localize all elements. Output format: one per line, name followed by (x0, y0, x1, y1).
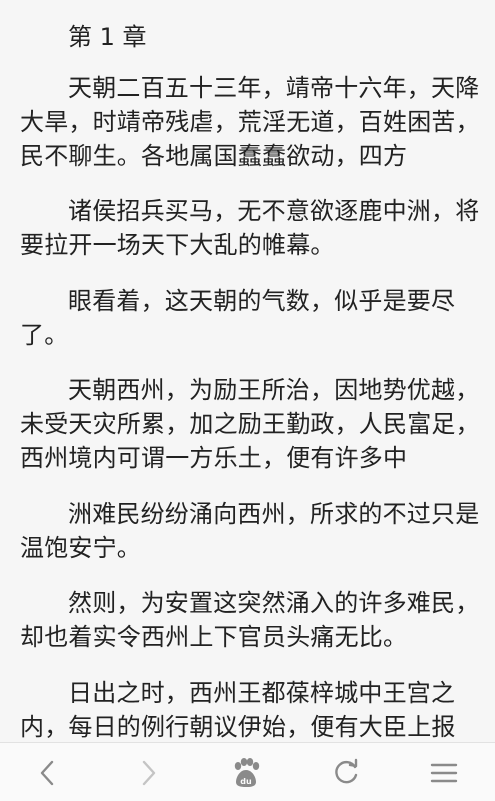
baidu-paw-icon: du (234, 758, 260, 787)
paragraph: 天朝西州，为励王所治，因地势优越，未受天灾所累，加之励王勤政，人民富足，西州境内… (20, 376, 480, 472)
bottom-navbar: du (0, 742, 495, 801)
menu-button[interactable] (414, 751, 474, 795)
back-button[interactable] (18, 751, 78, 795)
paragraph: 日出之时，西州王都葆梓城中王宫之内，每日的例行朝议伊始，便有大臣上报 (20, 679, 456, 741)
paragraph: 洲难民纷纷涌向西州，所求的不过只是温饱安宁。 (20, 500, 480, 562)
forward-button[interactable] (118, 751, 178, 795)
chevron-right-icon (142, 760, 156, 786)
svg-text:du: du (240, 777, 252, 786)
chevron-left-icon (40, 760, 54, 786)
chapter-title: 第 1 章 (68, 23, 147, 51)
paragraph: 眼看着，这天朝的气数，似乎是要尽了。 (20, 287, 456, 349)
paragraph: 然则，为安置这突然涌入的许多难民，却也着实令西州上下官员头痛无比。 (20, 589, 480, 651)
refresh-icon (335, 758, 358, 784)
paragraph: 诸侯招兵买马，无不意欲逐鹿中洲，将要拉开一场天下大乱的帷幕。 (20, 197, 480, 259)
home-button[interactable]: du (216, 751, 276, 795)
reader-content[interactable]: 第 1 章 天朝二百五十三年，靖帝十六年，天降大旱，时靖帝残虐，荒淫无道，百姓困… (0, 0, 495, 742)
hamburger-menu-icon (430, 763, 458, 783)
refresh-button[interactable] (316, 751, 376, 795)
paragraph: 天朝二百五十三年，靖帝十六年，天降大旱，时靖帝残虐，荒淫无道，百姓困苦，民不聊生… (20, 74, 480, 170)
